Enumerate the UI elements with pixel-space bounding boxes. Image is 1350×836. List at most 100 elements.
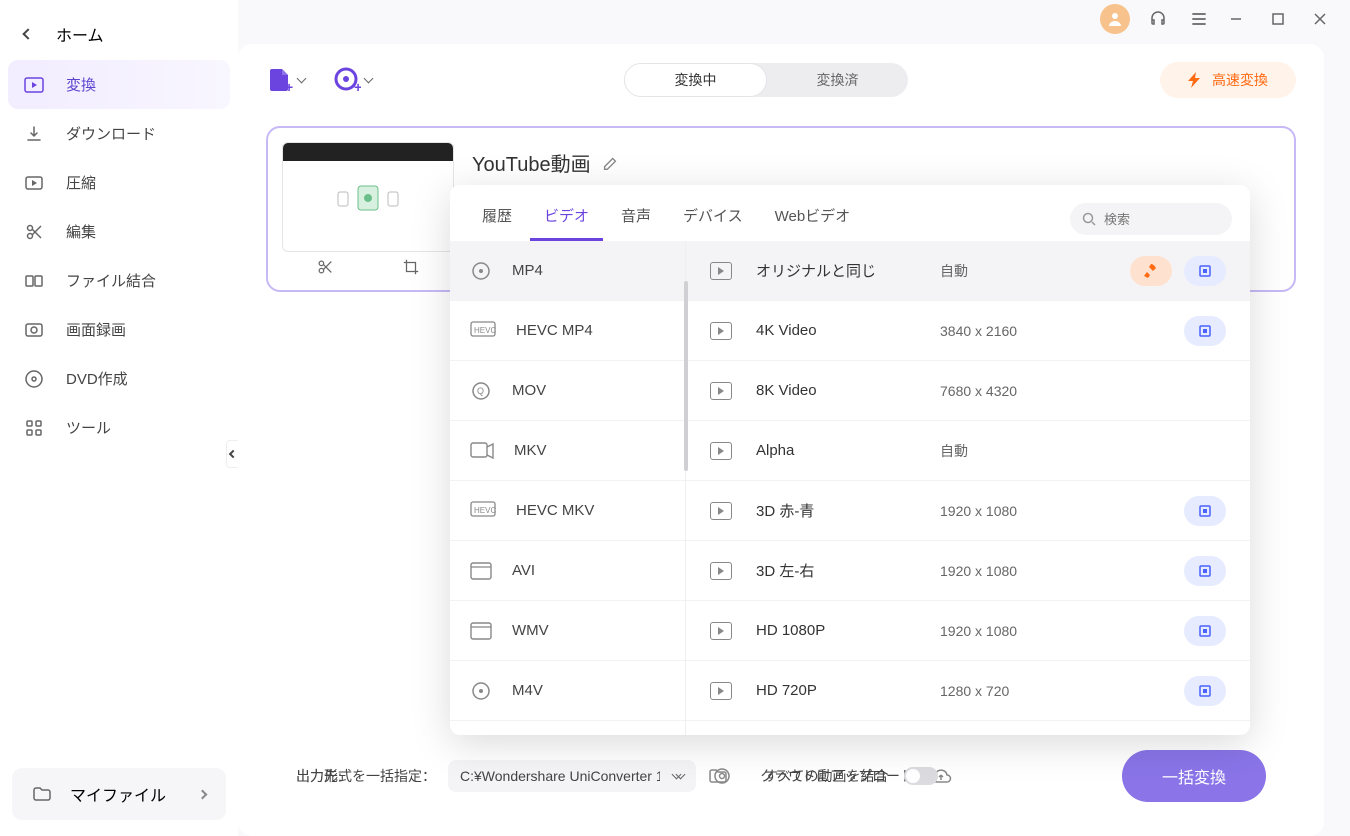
file-title-row: YouTube動画 — [472, 142, 619, 177]
preset-list: オリジナルと同じ自動 4K Video 3840 x 2160 8K Video 768… — [686, 241, 1250, 735]
window-close-button[interactable] — [1310, 9, 1338, 29]
back-home-label: ホーム — [56, 22, 104, 46]
dropdown-header: 履歴 ビデオ 音声 デバイス Webビデオ — [450, 185, 1250, 241]
fast-convert-label: 高速変換 — [1212, 70, 1268, 90]
format-row[interactable]: M4V — [450, 661, 685, 721]
dd-tab-history[interactable]: 履歴 — [468, 197, 526, 241]
download-icon — [24, 124, 44, 144]
batch-convert-label: 一括変換 — [1162, 770, 1226, 787]
video-play-icon — [710, 322, 732, 340]
dd-tab-video[interactable]: ビデオ — [530, 197, 603, 241]
format-icon: Q — [470, 380, 492, 402]
dd-tab-web[interactable]: Webビデオ — [761, 197, 865, 241]
preset-name: 8K Video — [756, 382, 916, 399]
add-url-button[interactable]: + — [333, 66, 372, 94]
preset-row[interactable]: 3D 赤-青1920 x 1080 — [686, 481, 1250, 541]
sidebar-item-edit[interactable]: 編集 — [8, 207, 230, 256]
svg-text:HEVC: HEVC — [474, 506, 496, 515]
fast-convert-button[interactable]: 高速変換 — [1160, 62, 1296, 98]
merge-icon — [24, 271, 44, 291]
sidebar-item-tools[interactable]: ツール — [8, 403, 230, 452]
preset-row[interactable]: 8K Video 7680 x 4320 — [686, 361, 1250, 421]
format-dropdown-panel: 履歴 ビデオ 音声 デバイス Webビデオ MP4 HEVCHEVC MP4 Q… — [450, 185, 1250, 735]
sidebar-item-label: 編集 — [66, 221, 96, 242]
rename-icon[interactable] — [601, 154, 619, 172]
format-row[interactable]: WMV — [450, 601, 685, 661]
toolbar: + + 変換中 変換済 高速変換 — [266, 62, 1296, 98]
my-file-label: マイファイル — [70, 782, 166, 806]
merge-toggle[interactable] — [904, 767, 938, 785]
sidebar-item-merge[interactable]: ファイル結合 — [8, 256, 230, 305]
video-play-icon — [710, 562, 732, 580]
sidebar-item-label: DVD作成 — [66, 368, 128, 389]
preset-row[interactable]: 4K Video 3840 x 2160 — [686, 301, 1250, 361]
scrollbar-thumb[interactable] — [684, 281, 688, 471]
preset-row[interactable]: HD 720P1280 x 720 — [686, 661, 1250, 721]
window-maximize-button[interactable] — [1268, 9, 1296, 29]
search-icon — [1082, 212, 1096, 226]
menu-icon[interactable] — [1186, 6, 1212, 32]
video-play-icon — [710, 382, 732, 400]
crop-icon[interactable] — [402, 258, 420, 276]
preset-name: Alpha — [756, 442, 916, 459]
preset-resolution: 3840 x 2160 — [940, 323, 1070, 339]
svg-text:Q: Q — [477, 386, 484, 396]
user-avatar-icon[interactable] — [1100, 4, 1130, 34]
sidebar-item-label: ダウンロード — [66, 123, 156, 144]
format-row[interactable]: AVI — [450, 541, 685, 601]
format-row[interactable]: HEVCHEVC MKV — [450, 481, 685, 541]
video-thumbnail[interactable] — [282, 142, 454, 252]
support-icon[interactable] — [1144, 5, 1172, 33]
format-row[interactable]: MP4 — [450, 241, 685, 301]
preset-resolution: 7680 x 4320 — [940, 383, 1070, 399]
chevron-right-icon — [198, 789, 208, 799]
svg-text:+: + — [354, 79, 361, 94]
format-icon — [470, 622, 492, 640]
format-row[interactable]: HEVCHEVC MP4 — [450, 301, 685, 361]
dd-tab-device[interactable]: デバイス — [669, 197, 757, 241]
dd-search[interactable] — [1070, 203, 1232, 235]
format-row[interactable]: QMOV — [450, 361, 685, 421]
trim-icon[interactable] — [316, 258, 334, 276]
preset-row[interactable]: オリジナルと同じ自動 — [686, 241, 1250, 301]
back-home[interactable]: ホーム — [8, 8, 230, 60]
sidebar-item-download[interactable]: ダウンロード — [8, 109, 230, 158]
window-minimize-button[interactable] — [1226, 9, 1254, 29]
tab-converted[interactable]: 変換済 — [767, 63, 908, 97]
chevron-left-icon — [22, 28, 33, 39]
bolt-icon — [1188, 72, 1202, 88]
batch-convert-button[interactable]: 一括変換 — [1122, 750, 1266, 802]
hw-accel-badge-icon — [1184, 556, 1226, 586]
open-folder-icon[interactable] — [708, 766, 728, 786]
svg-text:+: + — [285, 79, 293, 94]
format-row[interactable]: MKV — [450, 421, 685, 481]
out-dir-label: 出力先: — [296, 766, 432, 786]
preset-resolution: 1280 x 720 — [940, 683, 1070, 699]
convert-icon — [24, 75, 44, 95]
preset-row[interactable]: Alpha自動 — [686, 421, 1250, 481]
format-list: MP4 HEVCHEVC MP4 QMOV MKV HEVCHEVC MKV A… — [450, 241, 686, 735]
thumb-toolbar — [282, 252, 454, 276]
out-dir-select[interactable]: C:¥Wondershare UniConverter 1 — [448, 760, 692, 792]
sidebar-item-convert[interactable]: 変換 — [8, 60, 230, 109]
format-label: M4V — [512, 682, 543, 699]
main-area: + + 変換中 変換済 高速変換 — [238, 0, 1350, 836]
format-icon — [470, 442, 494, 460]
my-file-button[interactable]: マイファイル — [12, 768, 226, 820]
preset-name: 4K Video — [756, 322, 916, 339]
preset-row[interactable]: HD 1080P1920 x 1080 — [686, 601, 1250, 661]
cloud-label: クラウドにアップロード — [760, 766, 914, 786]
search-input[interactable] — [1104, 212, 1214, 227]
sidebar-item-record[interactable]: 画面録画 — [8, 305, 230, 354]
chevron-left-icon — [229, 450, 237, 458]
sidebar-item-dvd[interactable]: DVD作成 — [8, 354, 230, 403]
preset-row[interactable]: 3D 左-右1920 x 1080 — [686, 541, 1250, 601]
hw-accel-badge-icon — [1184, 316, 1226, 346]
preset-resolution: 1920 x 1080 — [940, 563, 1070, 579]
dd-tab-audio[interactable]: 音声 — [607, 197, 665, 241]
preset-resolution: 自動 — [940, 261, 1070, 281]
sidebar-item-compress[interactable]: 圧縮 — [8, 158, 230, 207]
tab-converting[interactable]: 変換中 — [624, 63, 767, 97]
add-file-button[interactable]: + — [266, 66, 305, 94]
format-icon — [470, 562, 492, 580]
